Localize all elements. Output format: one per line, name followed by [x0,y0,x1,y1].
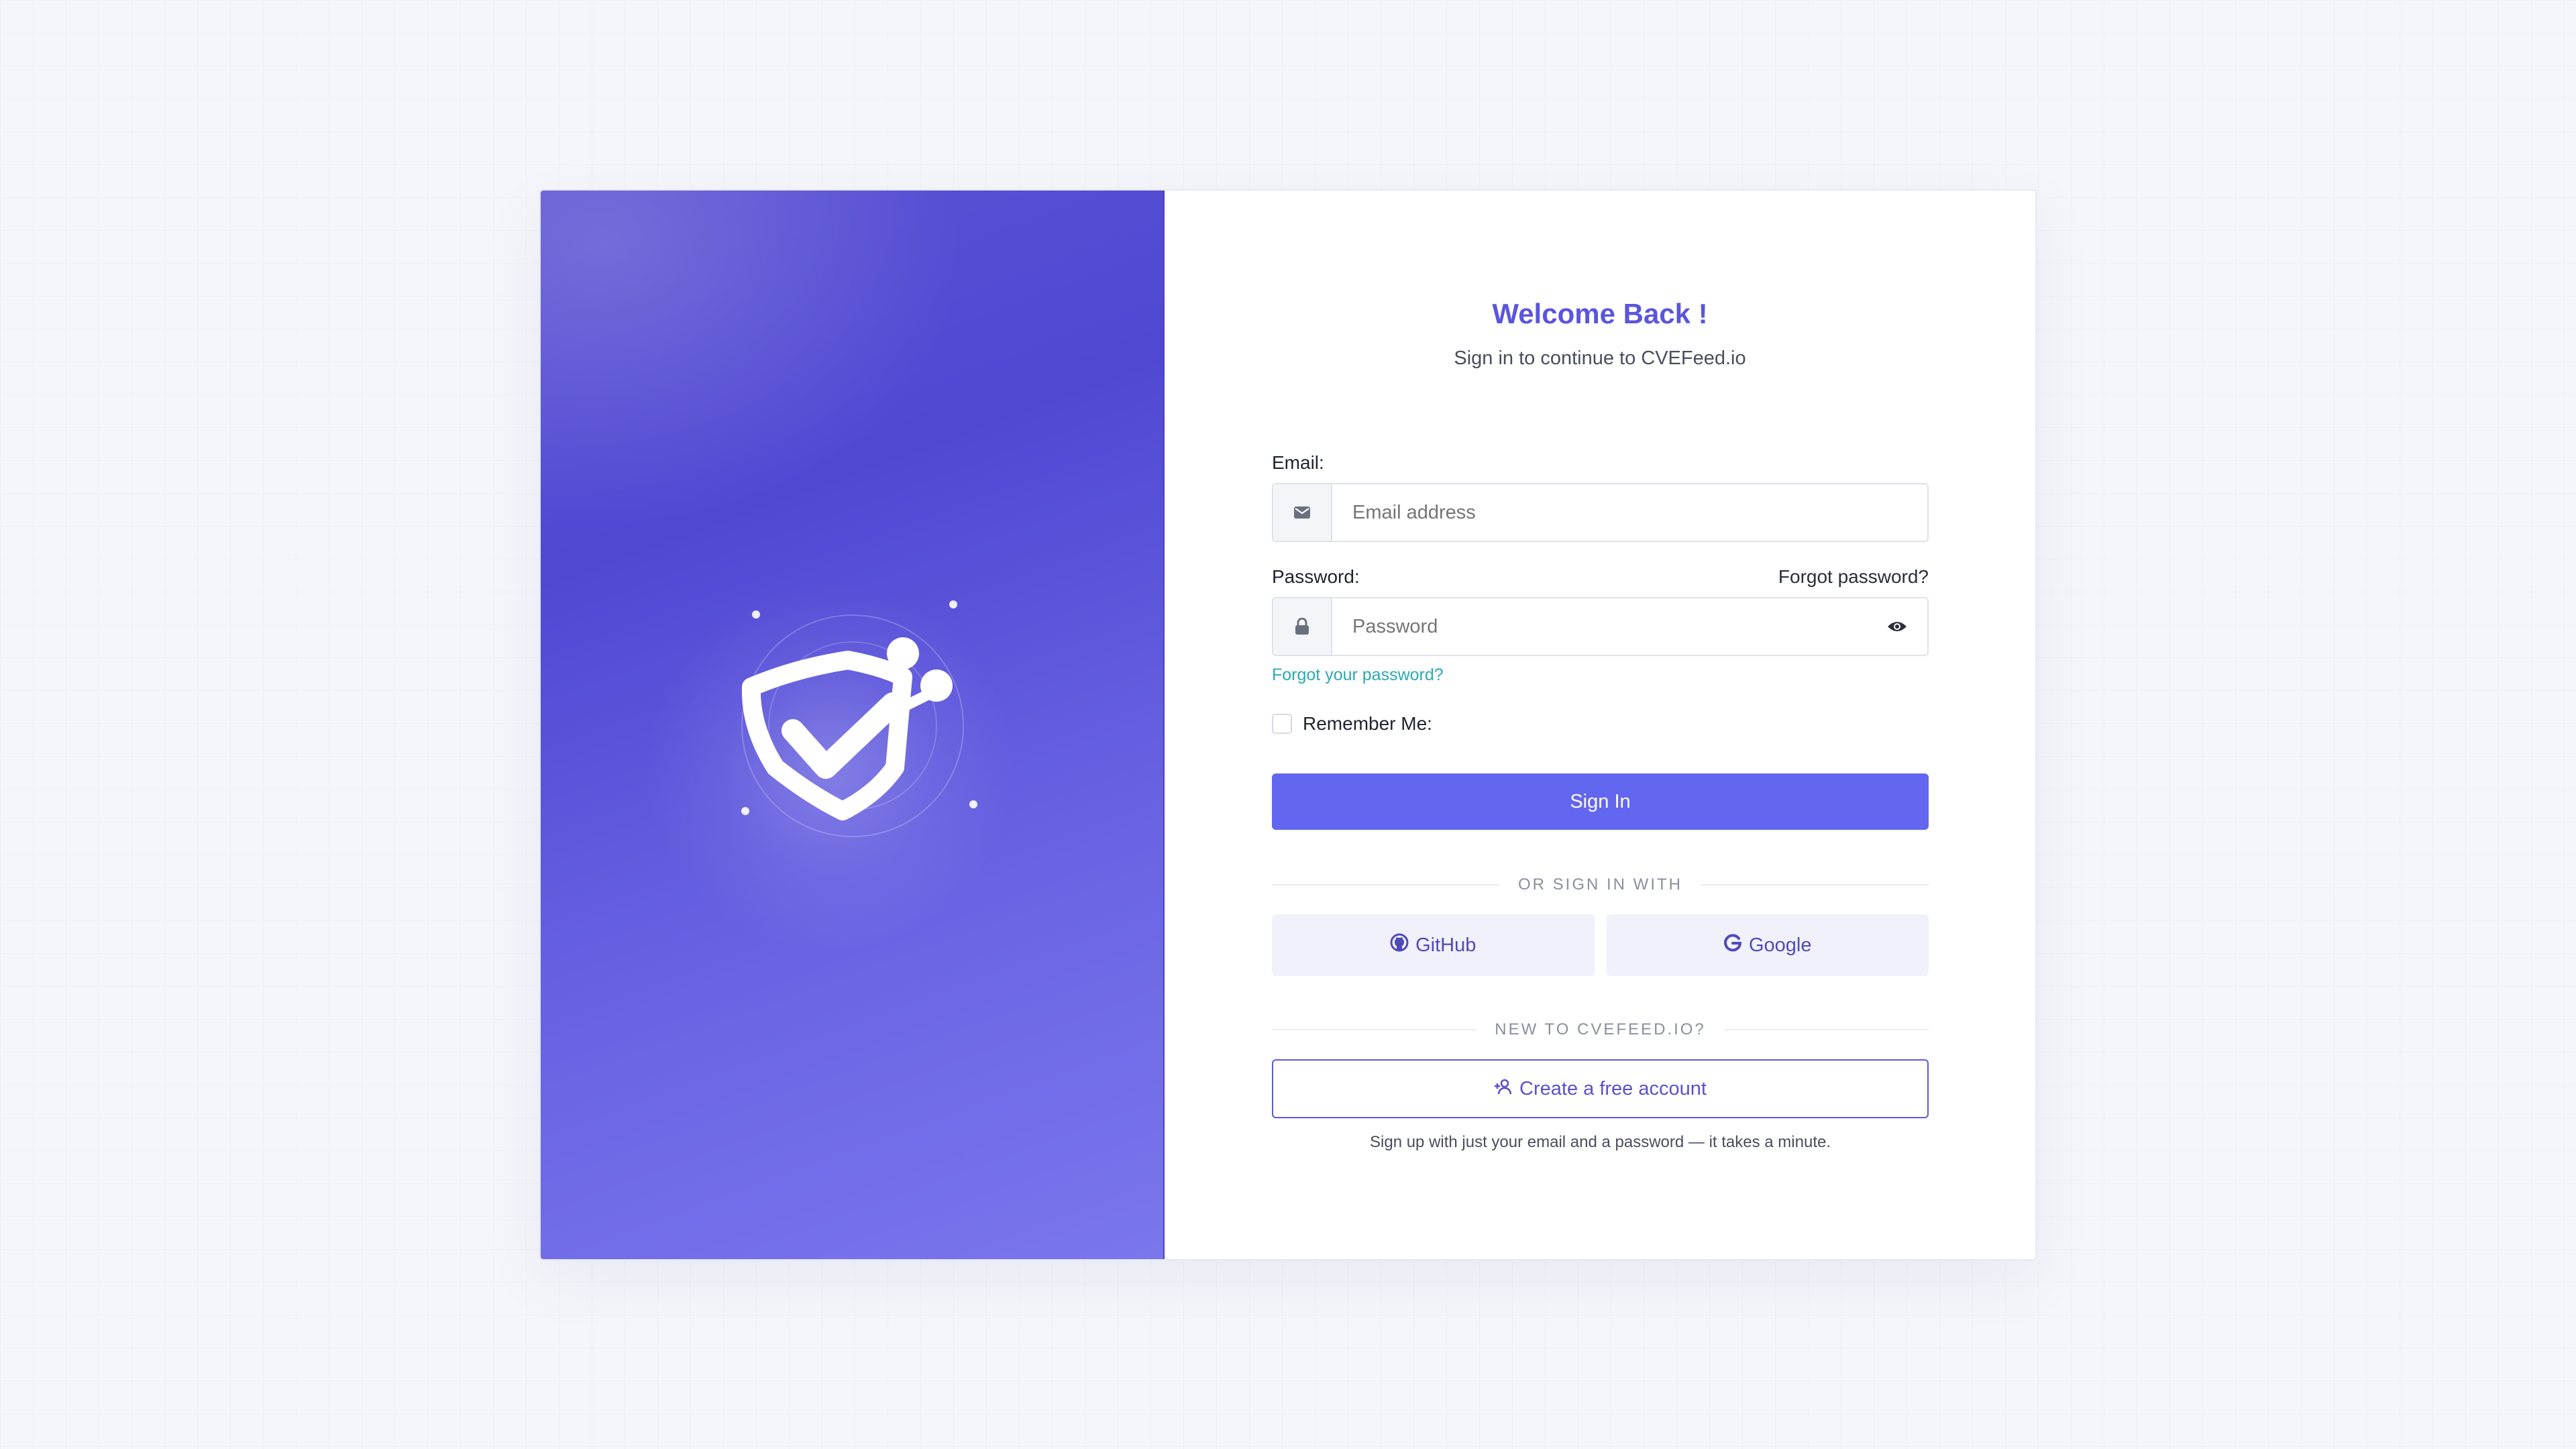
login-card: Welcome Back ! Sign in to continue to CV… [539,189,2037,1260]
remember-label: Remember Me: [1303,713,1432,734]
email-label: Email: [1272,452,1324,473]
password-field[interactable] [1332,598,1867,655]
password-label-row: Password: Forgot password? [1272,566,1929,588]
divider-line [1272,1029,1477,1030]
password-field-group [1272,597,1929,656]
social-divider-text: OR SIGN IN WITH [1518,875,1682,894]
hero-panel [541,191,1165,1259]
envelope-icon [1273,484,1332,541]
user-plus-icon [1494,1078,1513,1100]
lock-icon [1273,598,1332,655]
page-subtitle: Sign in to continue to CVEFeed.io [1454,347,1746,369]
google-icon [1723,933,1742,957]
sign-in-button[interactable]: Sign In [1272,773,1929,830]
google-label: Google [1748,934,1812,956]
divider-line [1701,884,1929,885]
shield-check-icon [741,600,977,837]
login-form: Email: Password: Forgot password? [1272,452,1929,1152]
password-label: Password: [1272,566,1360,587]
remember-checkbox[interactable] [1272,714,1292,734]
email-field[interactable] [1332,484,1927,541]
forgot-your-password-link[interactable]: Forgot your password? [1272,665,1444,685]
eye-icon[interactable] [1867,598,1927,655]
create-account-label: Create a free account [1519,1077,1707,1099]
divider-line [1272,884,1499,885]
page-title: Welcome Back ! [1492,298,1708,329]
github-icon [1390,933,1409,957]
signup-hint: Sign up with just your email and a passw… [1370,1133,1831,1151]
remember-me: Remember Me: [1272,713,1929,735]
form-panel: Welcome Back ! Sign in to continue to CV… [1165,191,2035,1259]
github-label: GitHub [1415,934,1477,956]
social-divider: OR SIGN IN WITH [1272,875,1929,894]
google-button[interactable]: Google [1606,914,1929,976]
email-field-group [1272,483,1929,542]
github-button[interactable]: GitHub [1272,914,1595,976]
forgot-password-link[interactable]: Forgot password? [1778,566,1929,588]
create-account-button[interactable]: Create a free account [1272,1059,1929,1118]
signup-divider-text: NEW TO CVEFEED.IO? [1495,1020,1706,1038]
divider-line [1724,1029,1929,1030]
social-buttons: GitHub Google [1272,914,1929,976]
signup-divider: NEW TO CVEFEED.IO? [1272,1020,1929,1039]
